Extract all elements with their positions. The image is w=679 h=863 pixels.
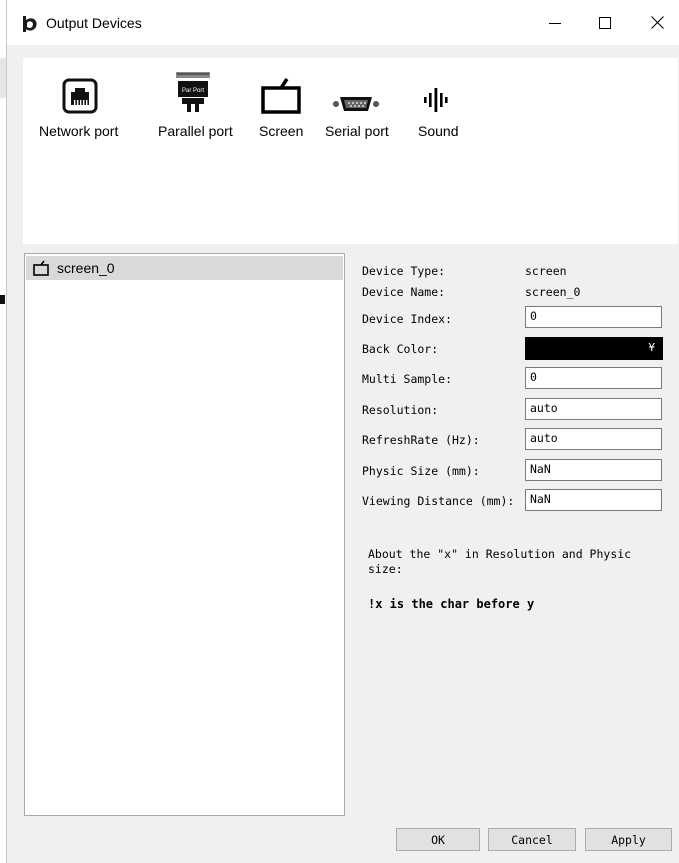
apply-button[interactable]: Apply: [585, 828, 672, 851]
minimize-icon: [549, 22, 561, 24]
ok-button[interactable]: OK: [396, 828, 480, 851]
dropdown-arrow-icon: ¥: [648, 341, 655, 354]
device-index-input[interactable]: 0: [525, 306, 662, 328]
title-bar[interactable]: Output Devices: [7, 0, 679, 45]
toolbar-item-sound[interactable]: Sound: [411, 58, 471, 148]
device-type-label: Device Type:: [362, 264, 446, 278]
back-color-label: Back Color:: [362, 342, 439, 356]
resolution-input[interactable]: auto: [525, 398, 662, 420]
serial-port-icon: [332, 72, 380, 114]
background-mark: [0, 295, 5, 304]
viewing-distance-input[interactable]: NaN: [525, 489, 662, 511]
cancel-button[interactable]: Cancel: [488, 828, 576, 851]
resolution-note-emphasis: !x is the char before y: [368, 597, 535, 611]
parallel-port-icon-text: Par Port: [182, 88, 204, 94]
device-name-value: screen_0: [525, 285, 581, 299]
back-color-select[interactable]: ¥: [525, 337, 663, 360]
device-index-label: Device Index:: [362, 312, 453, 326]
screen-icon: [261, 72, 301, 114]
physic-size-input[interactable]: NaN: [525, 459, 662, 481]
toolbar-label-parallel-port: Parallel port: [158, 123, 233, 139]
screen-icon: [33, 260, 49, 276]
toolbar-item-screen[interactable]: Screen: [253, 58, 309, 148]
viewing-distance-label: Viewing Distance (mm):: [362, 494, 515, 508]
network-port-icon: [61, 72, 99, 114]
multi-sample-label: Multi Sample:: [362, 372, 453, 386]
device-list[interactable]: screen_0: [24, 253, 345, 816]
list-item-screen-0[interactable]: screen_0: [26, 256, 343, 280]
toolbar-item-parallel-port[interactable]: Par Port Parallel port: [150, 58, 242, 148]
toolbar-item-network-port[interactable]: Network port: [23, 58, 133, 148]
refresh-rate-label: RefreshRate (Hz):: [362, 433, 480, 447]
resolution-label: Resolution:: [362, 403, 439, 417]
output-devices-dialog: Output Devices Network port Par Port Par…: [6, 0, 679, 863]
resolution-note: About the "x" in Resolution and Physic s…: [368, 547, 632, 576]
list-item-label: screen_0: [57, 260, 115, 276]
device-name-label: Device Name:: [362, 285, 446, 299]
close-icon: [650, 16, 664, 29]
device-toolbar: Network port Par Port Parallel port Scre…: [23, 58, 678, 244]
maximize-icon: [599, 16, 611, 29]
toolbar-item-serial-port[interactable]: Serial port: [316, 58, 400, 148]
device-type-value: screen: [525, 264, 567, 278]
window-title: Output Devices: [46, 15, 142, 31]
toolbar-label-network-port: Network port: [39, 123, 119, 139]
app-logo-icon: [23, 16, 37, 32]
toolbar-label-serial-port: Serial port: [325, 123, 389, 139]
close-button[interactable]: [634, 0, 679, 45]
refresh-rate-input[interactable]: auto: [525, 428, 662, 450]
toolbar-label-sound: Sound: [418, 123, 459, 139]
parallel-port-icon: Par Port: [175, 72, 211, 114]
sound-icon: [421, 72, 451, 114]
screenshot: Output Devices Network port Par Port Par…: [0, 0, 679, 863]
minimize-button[interactable]: [532, 0, 578, 45]
physic-size-label: Physic Size (mm):: [362, 464, 480, 478]
toolbar-label-screen: Screen: [259, 123, 304, 139]
multi-sample-input[interactable]: 0: [525, 367, 662, 389]
maximize-button[interactable]: [582, 0, 628, 45]
